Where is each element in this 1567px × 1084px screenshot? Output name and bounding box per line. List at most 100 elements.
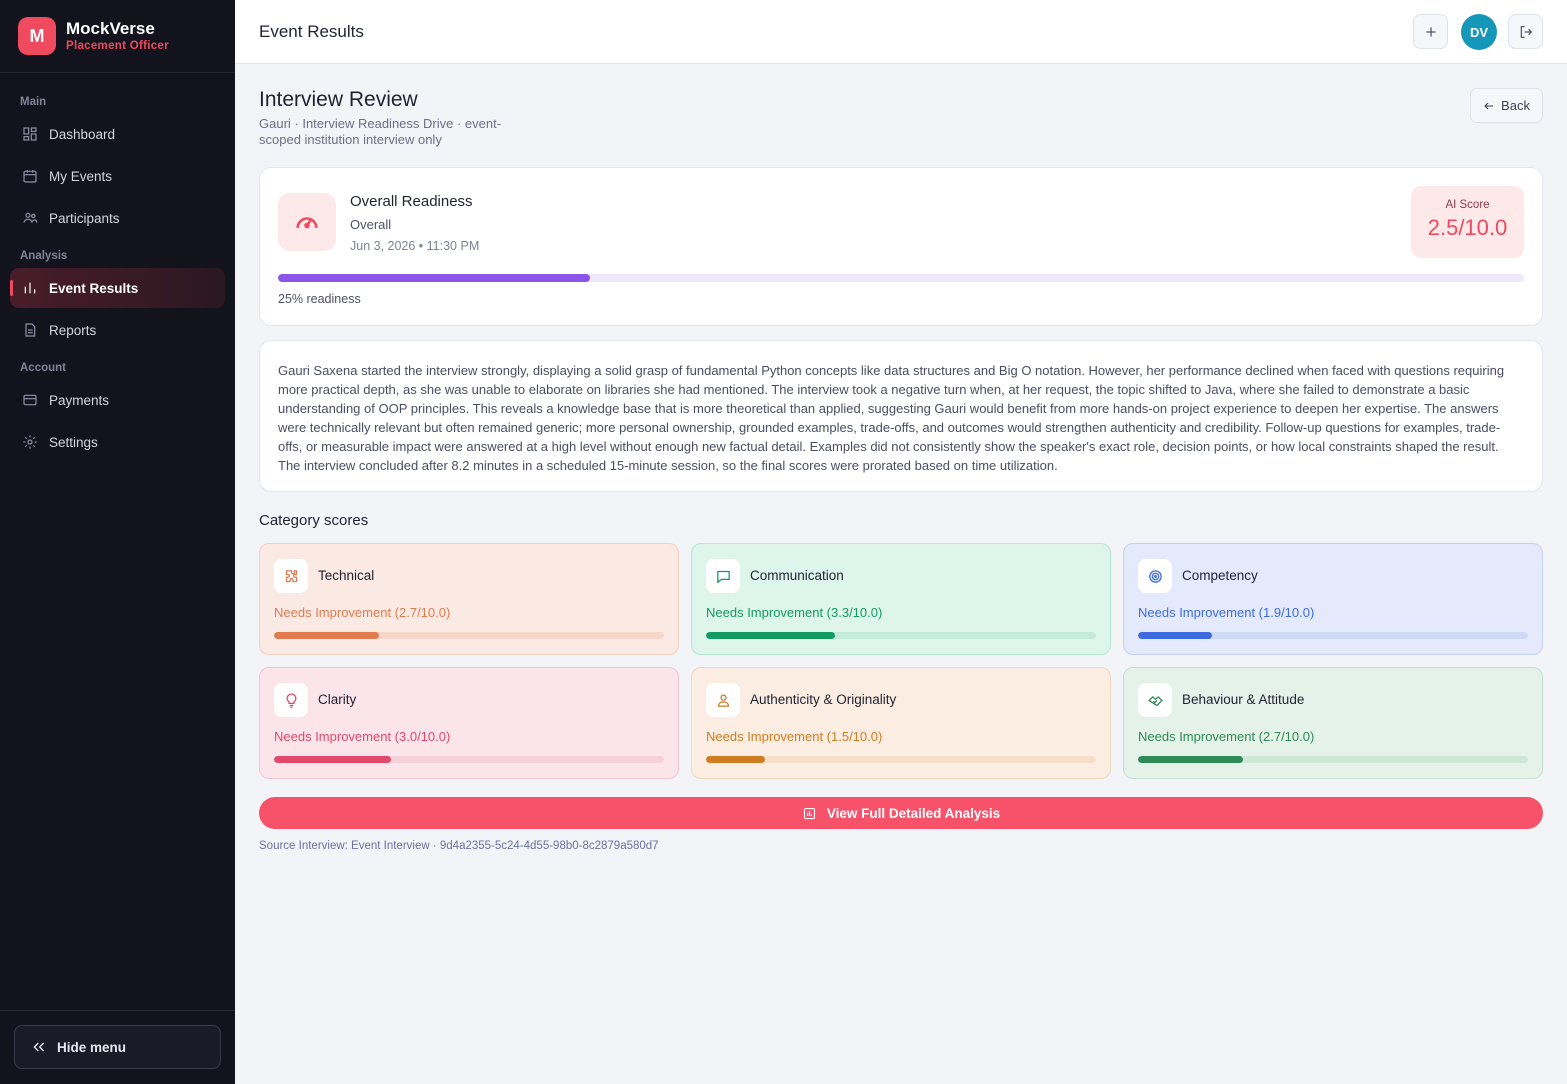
gauge-icon [296,217,318,229]
category-name: Competency [1182,568,1258,583]
users-icon [23,212,38,223]
category-name: Technical [318,568,375,583]
brand-logo: M [18,17,56,55]
category-progress-fill [1138,756,1244,763]
category-icon-box [274,559,308,593]
category-status: Needs Improvement (1.5/10.0) [706,729,883,744]
category-progress-track [274,632,664,639]
back-button[interactable]: Back [1470,88,1543,123]
readiness-category: Overall [350,217,392,232]
sidebar-item-participants[interactable]: Participants [10,198,225,238]
category-status: Needs Improvement (2.7/10.0) [1138,729,1315,744]
category-status: Needs Improvement (3.0/10.0) [274,729,451,744]
double-chevron-left-icon [33,1042,45,1052]
logout-button[interactable] [1508,14,1543,49]
sidebar-item-settings[interactable]: Settings [10,422,225,462]
summary-card: Gauri Saxena started the interview stron… [259,340,1543,492]
sidebar-item-event-results[interactable]: Event Results [10,268,225,308]
page-title: Interview Review [259,88,418,111]
header-title: Event Results [259,22,364,41]
category-progress-track [1138,756,1528,763]
puzzle-icon [285,569,297,582]
category-progress-fill [706,632,835,639]
sidebar-item-label: Participants [49,210,120,226]
credit-card-icon [23,394,37,406]
sidebar-item-my-events[interactable]: My Events [10,156,225,196]
category-card-behaviour: Behaviour & Attitude Needs Improvement (… [1123,667,1543,779]
nav-section-analysis: Analysis [20,250,68,262]
view-full-analysis-button[interactable]: View Full Detailed Analysis [259,797,1543,829]
category-name: Communication [750,568,844,583]
brand-name: MockVerse [66,19,155,38]
category-status: Needs Improvement (3.3/10.0) [706,605,883,620]
nav-section-main: Main [20,96,47,108]
ai-score-badge: AI Score 2.5/10.0 [1411,186,1524,258]
gear-icon [23,435,37,449]
plus-icon [1425,26,1436,37]
readiness-progress-fill [278,274,590,282]
sidebar-item-payments[interactable]: Payments [10,380,225,420]
ai-score-value: 2.5/10.0 [1427,215,1508,240]
person-icon [717,694,729,707]
back-label: Back [1501,98,1530,113]
category-progress-track [1138,632,1528,639]
category-progress-track [706,632,1096,639]
sidebar-item-label: Payments [49,392,110,408]
category-icon-box [706,559,740,593]
report-chart-icon [803,807,815,819]
sidebar-item-dashboard[interactable]: Dashboard [10,114,225,154]
overall-readiness-card: Overall Readiness Overall Jun 3, 2026 • … [259,167,1543,326]
readiness-progress-track [278,274,1524,282]
arrow-left-icon [1484,102,1494,109]
category-progress-fill [274,632,380,639]
sidebar-item-label: My Events [49,168,113,184]
category-card-authenticity: Authenticity & Originality Needs Improve… [691,667,1111,779]
sidebar: M MockVerse Placement Officer Main Dashb… [0,0,235,1084]
category-card-clarity: Clarity Needs Improvement (3.0/10.0) [259,667,679,779]
ai-score-label: AI Score [1445,199,1490,211]
sidebar-footer: Hide menu [0,1010,235,1084]
add-button[interactable] [1413,14,1448,49]
target-icon [1148,569,1162,583]
sidebar-item-label: Dashboard [49,126,116,142]
avatar[interactable]: DV [1461,14,1497,50]
brand[interactable]: M MockVerse Placement Officer [0,0,235,73]
category-icon-box [706,683,740,717]
source-interview: Source Interview: Event Interview · 9d4a… [259,840,659,852]
category-card-communication: Communication Needs Improvement (3.3/10.… [691,543,1111,655]
category-name: Clarity [318,692,357,707]
handshake-icon [1147,695,1163,706]
category-card-competency: Competency Needs Improvement (1.9/10.0) [1123,543,1543,655]
calendar-icon [23,170,37,183]
page-subtitle: Gauri · Interview Readiness Drive · even… [259,116,502,147]
dashboard-icon [23,127,37,141]
category-progress-track [706,756,1096,763]
category-name: Authenticity & Originality [750,692,897,707]
category-icon-box [1138,683,1172,717]
category-progress-track [274,756,664,763]
category-progress-fill [706,756,765,763]
view-full-analysis-label: View Full Detailed Analysis [826,805,1001,821]
category-card-technical: Technical Needs Improvement (2.7/10.0) [259,543,679,655]
nav-section-account: Account [20,362,66,374]
hide-menu-label: Hide menu [57,1039,127,1055]
category-progress-fill [1138,632,1213,639]
sidebar-item-reports[interactable]: Reports [10,310,225,350]
category-status: Needs Improvement (1.9/10.0) [1138,605,1315,620]
readiness-datetime: Jun 3, 2026 • 11:30 PM [350,239,480,253]
logout-icon [1520,25,1532,38]
category-icon-box [274,683,308,717]
sidebar-item-label: Settings [49,434,98,450]
category-status: Needs Improvement (2.7/10.0) [274,605,451,620]
top-bar: Event Results DV [235,0,1567,64]
hide-menu-button[interactable]: Hide menu [14,1025,221,1069]
summary-text: Gauri Saxena started the interview stron… [278,363,1505,473]
sidebar-item-label: Event Results [49,280,139,296]
readiness-caption: 25% readiness [278,292,361,306]
category-name: Behaviour & Attitude [1182,692,1305,707]
gauge-icon-box [278,193,336,251]
category-scores-title: Category scores [259,512,369,529]
chat-icon [716,570,730,583]
bar-chart-icon [24,282,36,294]
readiness-title: Overall Readiness [350,193,473,210]
